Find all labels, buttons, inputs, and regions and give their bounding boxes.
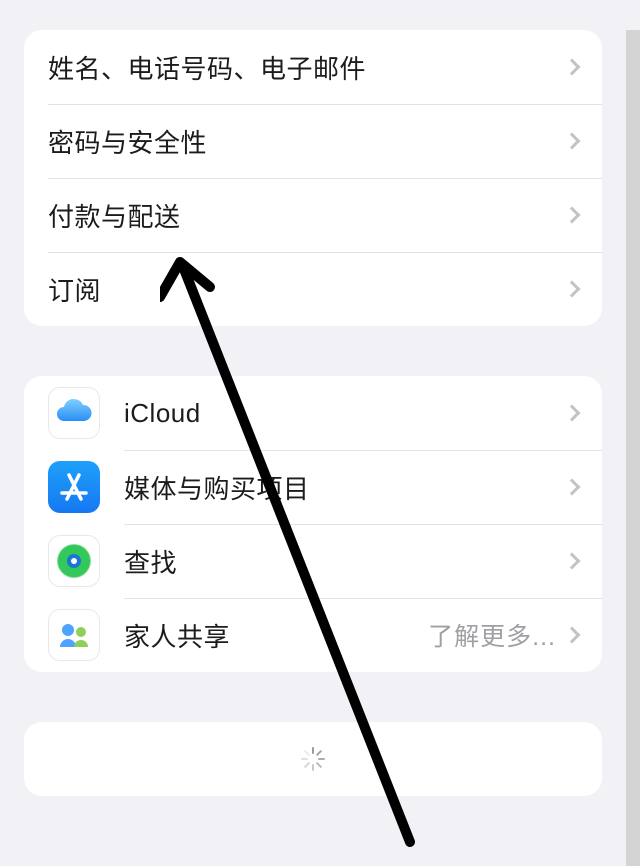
row-label: 媒体与购买项目 bbox=[124, 469, 566, 506]
chevron-right-icon bbox=[564, 405, 581, 422]
row-label: 密码与安全性 bbox=[48, 123, 566, 160]
icloud-icon bbox=[48, 387, 100, 439]
loading-group bbox=[24, 722, 602, 796]
row-label: 付款与配送 bbox=[48, 197, 566, 234]
row-media-purchases[interactable]: 媒体与购买项目 bbox=[24, 450, 602, 524]
appstore-icon bbox=[48, 461, 100, 513]
row-name-phone-email[interactable]: 姓名、电话号码、电子邮件 bbox=[24, 30, 602, 104]
row-subscriptions[interactable]: 订阅 bbox=[24, 252, 602, 326]
spinner-icon bbox=[299, 745, 327, 773]
loading-row bbox=[24, 722, 602, 796]
chevron-right-icon bbox=[564, 553, 581, 570]
row-payment-shipping[interactable]: 付款与配送 bbox=[24, 178, 602, 252]
chevron-right-icon bbox=[564, 281, 581, 298]
chevron-right-icon bbox=[564, 627, 581, 644]
row-icloud[interactable]: iCloud bbox=[24, 376, 602, 450]
chevron-right-icon bbox=[564, 207, 581, 224]
row-label: 查找 bbox=[124, 543, 566, 580]
row-family-sharing[interactable]: 家人共享 了解更多... bbox=[24, 598, 602, 672]
row-detail: 了解更多... bbox=[428, 617, 556, 653]
row-label: iCloud bbox=[124, 398, 566, 429]
account-info-group: 姓名、电话号码、电子邮件 密码与安全性 付款与配送 订阅 bbox=[24, 30, 602, 326]
row-label: 姓名、电话号码、电子邮件 bbox=[48, 49, 566, 86]
chevron-right-icon bbox=[564, 479, 581, 496]
chevron-right-icon bbox=[564, 59, 581, 76]
row-label: 家人共享 bbox=[124, 617, 428, 654]
row-find-my[interactable]: 查找 bbox=[24, 524, 602, 598]
findmy-icon bbox=[48, 535, 100, 587]
family-icon bbox=[48, 609, 100, 661]
row-password-security[interactable]: 密码与安全性 bbox=[24, 104, 602, 178]
chevron-right-icon bbox=[564, 133, 581, 150]
services-group: iCloud 媒体与购买项目 查找 bbox=[24, 376, 602, 672]
row-label: 订阅 bbox=[48, 271, 566, 308]
